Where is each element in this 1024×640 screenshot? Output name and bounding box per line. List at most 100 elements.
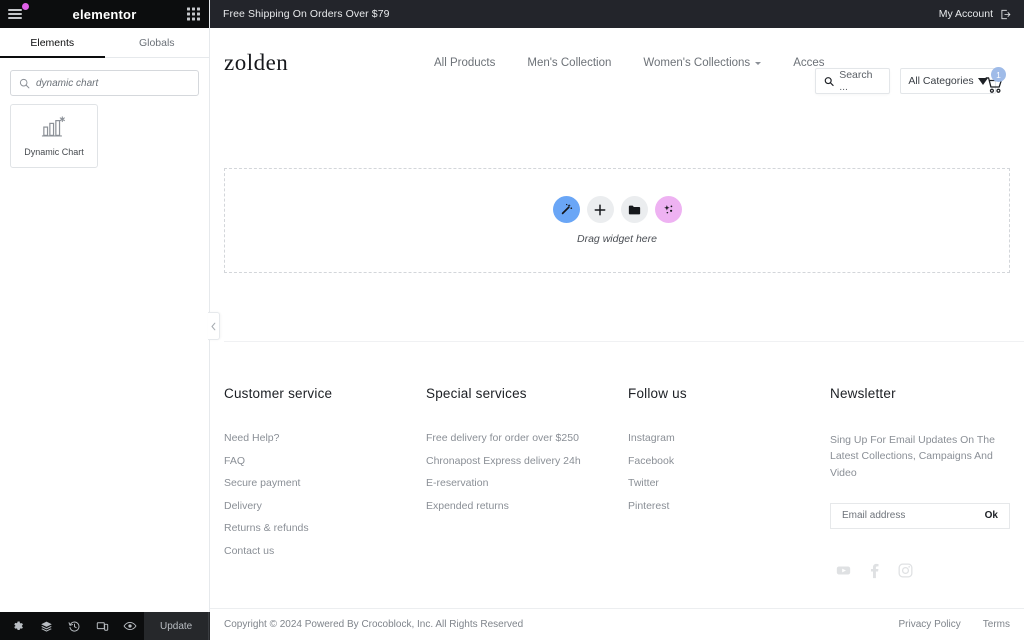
announcement-message: Free Shipping On Orders Over $79 xyxy=(223,8,390,20)
cart-count-badge: 1 xyxy=(991,67,1006,82)
header-search-label: Search ... xyxy=(839,69,873,93)
widget-search-box[interactable] xyxy=(10,70,199,96)
footer-column-customer-service: Customer service Need Help? FAQ Secure p… xyxy=(224,386,426,579)
youtube-icon[interactable] xyxy=(836,563,851,578)
panel-header: elementor xyxy=(0,0,209,28)
nav-item-mens-collection[interactable]: Men's Collection xyxy=(527,57,611,69)
footer-link[interactable]: Delivery xyxy=(224,500,426,512)
site-brand-logo[interactable]: zolden xyxy=(224,50,434,76)
footer-link[interactable]: Secure payment xyxy=(224,477,426,489)
newsletter-email-input[interactable]: Email address xyxy=(842,510,905,521)
magic-wand-icon xyxy=(561,203,572,215)
my-account-label: My Account xyxy=(938,8,993,20)
footer-link[interactable]: E-reservation xyxy=(426,477,628,489)
widget-card-label: Dynamic Chart xyxy=(24,146,84,157)
editor-bottom-toolbar: Update xyxy=(0,612,235,640)
footer-link[interactable]: Contact us xyxy=(224,545,426,557)
elementor-logo: elementor xyxy=(72,6,137,22)
sparkles-icon xyxy=(663,205,672,214)
footer-column-title: Newsletter xyxy=(830,386,896,401)
layers-navigator-icon[interactable] xyxy=(32,612,60,640)
instagram-icon[interactable] xyxy=(898,563,913,578)
ai-sparkles-button[interactable] xyxy=(654,196,682,223)
editor-canvas: Drag widget here Customer service Need H… xyxy=(210,98,1024,640)
search-input[interactable] xyxy=(36,77,190,89)
hamburger-menu-icon[interactable] xyxy=(8,3,29,19)
copyright-bar: Copyright © 2024 Powered By Crocoblock, … xyxy=(210,608,1024,640)
footer-column-title: Customer service xyxy=(224,386,333,401)
dropzone-label: Drag widget here xyxy=(577,233,657,245)
panel-collapse-toggle[interactable] xyxy=(208,312,220,340)
nav-item-all-products[interactable]: All Products xyxy=(434,57,495,69)
tab-globals[interactable]: Globals xyxy=(105,28,210,57)
footer-link[interactable]: Expended returns xyxy=(426,500,628,512)
footer-column-follow-us: Follow us Instagram Facebook Twitter Pin… xyxy=(628,386,830,579)
elementor-editor-window: elementor Elements Globals dynamic chart… xyxy=(0,0,1024,640)
copyright-links: Privacy Policy Terms xyxy=(899,619,1010,630)
notification-dot xyxy=(22,3,29,10)
history-clock-icon[interactable] xyxy=(60,612,88,640)
templates-folder-button[interactable] xyxy=(620,196,648,223)
dropzone-action-buttons xyxy=(552,196,682,223)
tab-elements[interactable]: Elements xyxy=(0,28,105,58)
newsletter-form[interactable]: Email address Ok xyxy=(830,502,1010,529)
footer-link[interactable]: Chronapost Express delivery 24h xyxy=(426,455,628,467)
header-cart[interactable]: 1 xyxy=(985,67,1006,100)
footer-columns: Customer service Need Help? FAQ Secure p… xyxy=(224,358,1010,579)
footer-link[interactable]: Instagram xyxy=(628,432,830,444)
add-element-button[interactable] xyxy=(586,196,614,223)
footer-column-special-services: Special services Free delivery for order… xyxy=(426,386,628,579)
widget-search-wrap xyxy=(0,58,209,104)
newsletter-submit-button[interactable]: Ok xyxy=(985,510,998,521)
facebook-icon[interactable] xyxy=(868,563,881,579)
section-divider xyxy=(224,341,1024,342)
footer-column-newsletter: Newsletter Sing Up For Email Updates On … xyxy=(830,386,1010,579)
search-icon xyxy=(19,78,30,88)
apps-grid-icon[interactable] xyxy=(187,7,200,21)
header-categories-dropdown[interactable]: All Categories xyxy=(900,68,996,94)
responsive-device-icon[interactable] xyxy=(88,612,116,640)
main-navigation: All Products Men's Collection Women's Co… xyxy=(434,57,825,69)
logout-arrow-icon xyxy=(1001,9,1011,19)
footer-link-list: Free delivery for order over $250 Chrona… xyxy=(426,432,628,512)
plus-icon xyxy=(594,204,606,215)
footer-column-title: Follow us xyxy=(628,386,687,401)
nav-label: All Products xyxy=(434,57,496,69)
eye-preview-icon[interactable] xyxy=(116,612,144,640)
header-search-widget[interactable]: Search ... xyxy=(815,68,890,94)
search-icon xyxy=(824,76,834,86)
update-button[interactable]: Update xyxy=(144,612,209,640)
settings-gear-icon[interactable] xyxy=(4,612,32,640)
my-account-link[interactable]: My Account xyxy=(939,8,1011,20)
widget-dropzone[interactable]: Drag widget here xyxy=(224,168,1010,273)
panel-tabs: Elements Globals xyxy=(0,28,209,58)
site-preview-frame: Free Shipping On Orders Over $79 My Acco… xyxy=(210,0,1024,640)
footer-link[interactable]: Free delivery for order over $250 xyxy=(426,432,628,444)
elementor-left-panel: elementor Elements Globals dynamic chart… xyxy=(0,0,235,640)
copyright-text: Copyright © 2024 Powered By Crocoblock, … xyxy=(224,619,524,630)
nav-label: Men's Collection xyxy=(527,57,612,69)
privacy-policy-link[interactable]: Privacy Policy xyxy=(899,619,961,630)
announcement-bar: Free Shipping On Orders Over $79 My Acco… xyxy=(210,0,1024,28)
footer-link[interactable]: Facebook xyxy=(628,455,830,467)
footer-link[interactable]: Returns & refunds xyxy=(224,522,426,534)
nav-label: Women's Collections xyxy=(643,57,751,69)
editor-toolbar-icons xyxy=(0,612,144,640)
footer-link[interactable]: FAQ xyxy=(224,455,426,467)
chevron-down-icon xyxy=(755,61,762,65)
footer-link[interactable]: Twitter xyxy=(628,477,830,489)
social-icons xyxy=(836,563,1010,579)
chevron-left-icon xyxy=(211,322,216,330)
widget-card-dynamic-chart[interactable]: Dynamic Chart xyxy=(10,104,98,168)
categories-label: All Categories xyxy=(908,75,974,87)
site-footer: Customer service Need Help? FAQ Secure p… xyxy=(210,358,1024,608)
footer-link[interactable]: Need Help? xyxy=(224,432,426,444)
ai-magic-wand-button[interactable] xyxy=(552,196,580,223)
widget-results-grid: Dynamic Chart xyxy=(0,104,209,168)
footer-column-title: Special services xyxy=(426,386,527,401)
nav-item-womens-collections[interactable]: Women's Collections xyxy=(643,57,762,69)
terms-link[interactable]: Terms xyxy=(983,619,1010,630)
footer-link-list: Need Help? FAQ Secure payment Delivery R… xyxy=(224,432,426,557)
footer-link[interactable]: Pinterest xyxy=(628,500,830,512)
bar-chart-dynamic-icon xyxy=(41,115,65,137)
